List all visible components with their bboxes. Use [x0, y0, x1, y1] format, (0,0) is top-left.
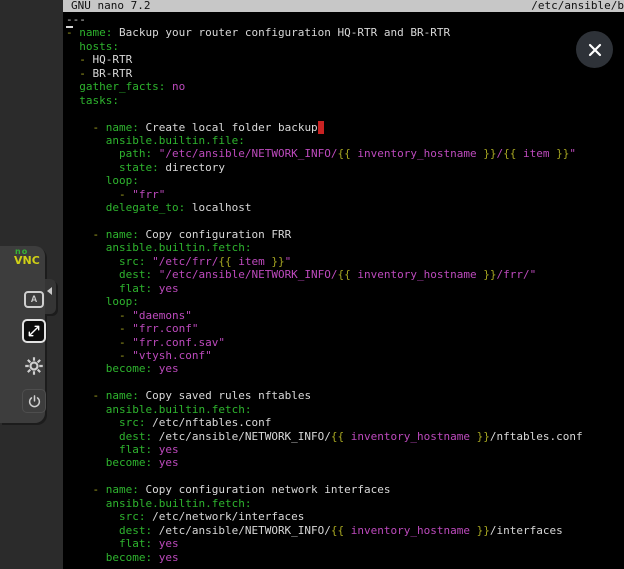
code-line: tasks: — [66, 94, 624, 107]
power-button[interactable] — [22, 389, 46, 413]
editor-content[interactable]: ---- name: Backup your router configurat… — [63, 12, 624, 564]
code-line: loop: — [66, 295, 624, 308]
code-line: - BR-RTR — [66, 67, 624, 80]
code-line: - "daemons" — [66, 309, 624, 322]
code-line: - "frr" — [66, 188, 624, 201]
code-line: flat: yes — [66, 443, 624, 456]
code-line — [66, 107, 624, 120]
nano-titlebar: GNU nano 7.2 /etc/ansible/b — [63, 0, 624, 12]
code-line: - HQ-RTR — [66, 53, 624, 66]
code-line: - name: Create local folder backup — [66, 121, 624, 134]
code-line: - "vtysh.conf" — [66, 349, 624, 362]
terminal-window[interactable]: GNU nano 7.2 /etc/ansible/b ---- name: B… — [63, 0, 624, 569]
code-line: flat: yes — [66, 282, 624, 295]
power-icon — [27, 394, 42, 409]
code-line: - name: Copy configuration FRR — [66, 228, 624, 241]
code-line: src: "/etc/frr/{{ item }}" — [66, 255, 624, 268]
nano-file-path: /etc/ansible/b — [531, 0, 624, 12]
code-line: delegate_to: localhost — [66, 201, 624, 214]
code-line: hosts: — [66, 40, 624, 53]
fullscreen-icon — [27, 324, 41, 338]
code-line: ansible.builtin.file: — [66, 134, 624, 147]
code-line: dest: /etc/ansible/NETWORK_INFO/{{ inven… — [66, 430, 624, 443]
screen: GNU nano 7.2 /etc/ansible/b ---- name: B… — [0, 0, 624, 569]
control-bar-handle[interactable] — [45, 279, 56, 314]
code-line: --- — [66, 13, 624, 26]
settings-button[interactable] — [22, 354, 46, 378]
code-line: src: /etc/nftables.conf — [66, 416, 624, 429]
code-line: loop: — [66, 174, 624, 187]
code-line: - name: Backup your router configuration… — [66, 26, 624, 39]
code-line: ansible.builtin.fetch: — [66, 497, 624, 510]
collapse-arrow-icon — [47, 287, 52, 295]
code-line — [66, 470, 624, 483]
nano-app-title: GNU nano 7.2 — [71, 0, 150, 12]
vnc-control-bar: no VNC A — [0, 246, 45, 423]
code-line: state: directory — [66, 161, 624, 174]
code-line — [66, 376, 624, 389]
code-line: - name: Copy saved rules nftables — [66, 389, 624, 402]
keyboard-button[interactable]: A — [22, 287, 46, 311]
code-line: - "frr.conf.sav" — [66, 336, 624, 349]
code-line: src: /etc/network/interfaces — [66, 510, 624, 523]
code-line: path: "/etc/ansible/NETWORK_INFO/{{ inve… — [66, 147, 624, 160]
code-line: ansible.builtin.fetch: — [66, 241, 624, 254]
close-icon — [588, 43, 602, 57]
code-line: become: yes — [66, 362, 624, 375]
code-line: dest: /etc/ansible/NETWORK_INFO/{{ inven… — [66, 524, 624, 537]
code-line: dest: "/etc/ansible/NETWORK_INFO/{{ inve… — [66, 268, 624, 281]
gear-icon — [24, 356, 44, 376]
fullscreen-button[interactable] — [22, 319, 46, 343]
code-line: become: yes — [66, 551, 624, 564]
text-cursor — [318, 121, 325, 134]
code-line — [66, 215, 624, 228]
code-line: ansible.builtin.fetch: — [66, 403, 624, 416]
code-line: become: yes — [66, 456, 624, 469]
close-button[interactable] — [576, 31, 613, 68]
novnc-logo: no VNC — [14, 248, 40, 266]
code-line: flat: yes — [66, 537, 624, 550]
novnc-logo-vnc: VNC — [14, 255, 40, 266]
keyboard-key-icon: A — [24, 291, 44, 308]
code-line: - name: Copy configuration network inter… — [66, 483, 624, 496]
code-line: gather_facts: no — [66, 80, 624, 93]
code-line: - "frr.conf" — [66, 322, 624, 335]
